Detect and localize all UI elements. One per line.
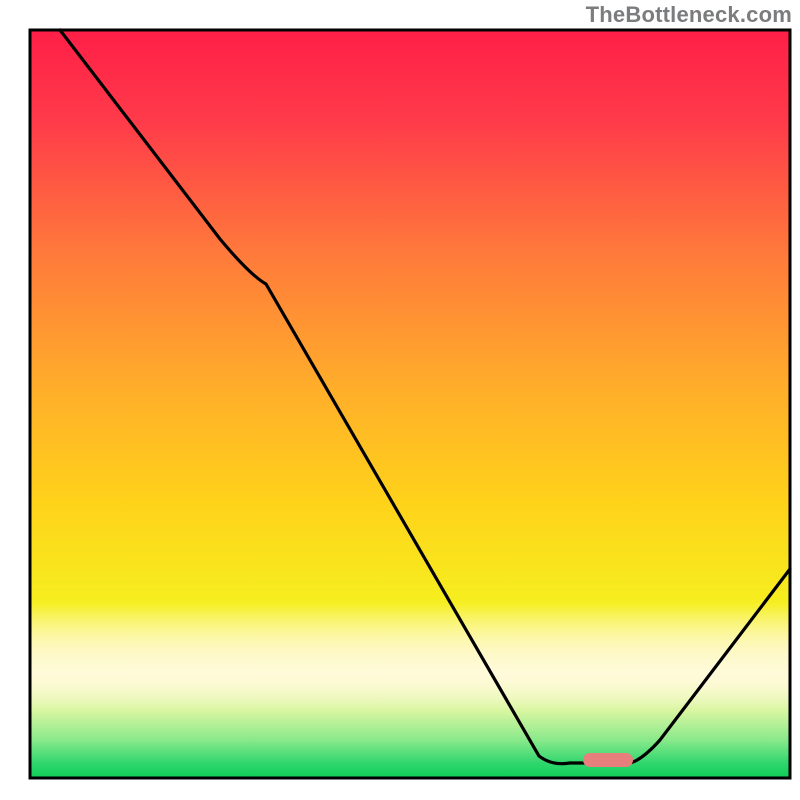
watermark-text: TheBottleneck.com: [586, 2, 792, 28]
bottleneck-chart: [0, 0, 800, 800]
optimal-marker: [583, 753, 633, 767]
cream-band: [30, 600, 790, 710]
chart-container: TheBottleneck.com: [0, 0, 800, 800]
